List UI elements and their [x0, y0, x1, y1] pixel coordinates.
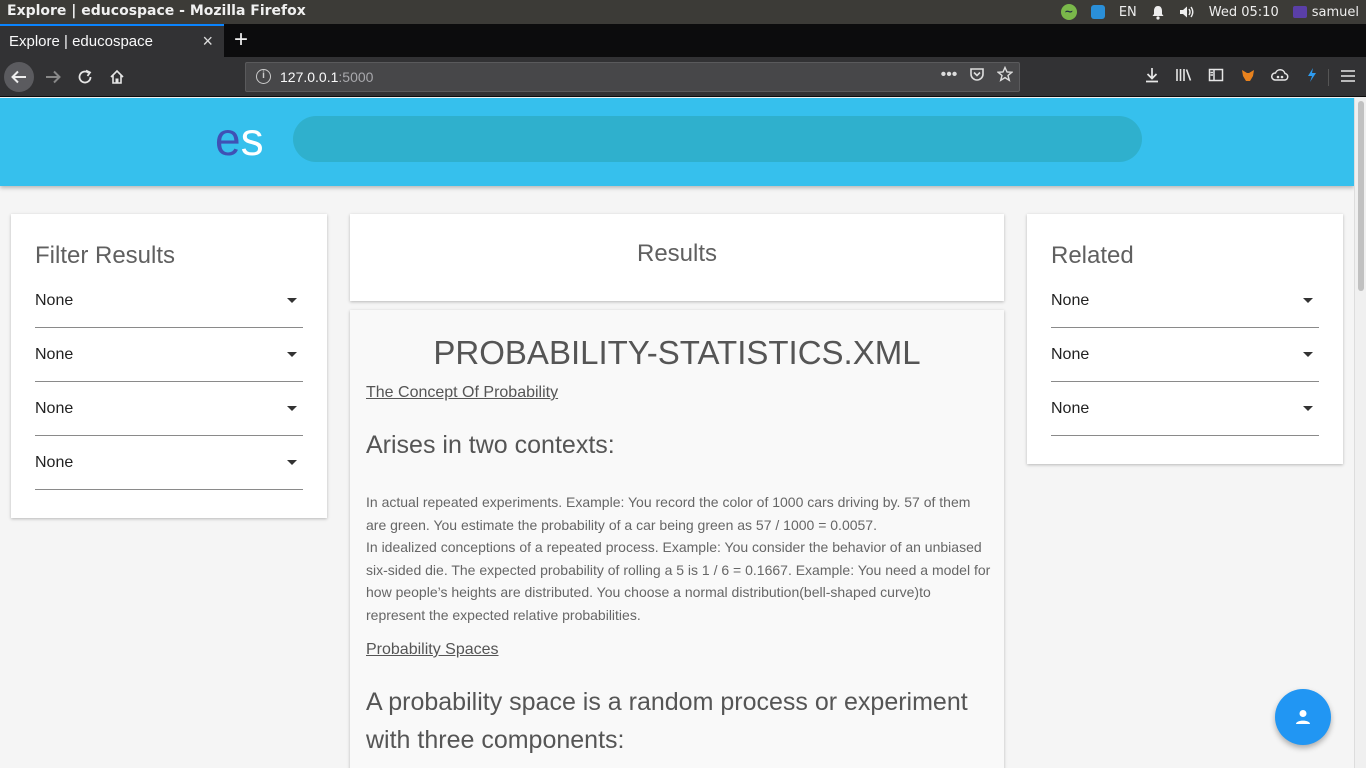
tab-explore[interactable]: Explore | educospace × — [0, 24, 224, 57]
navigation-toolbar: i 127.0.0.1:5000 ••• — [0, 57, 1366, 97]
clock[interactable]: Wed 05:10 — [1202, 0, 1286, 24]
filter-results-title: Filter Results — [35, 242, 176, 269]
keyboard-layout-indicator[interactable]: EN — [1112, 0, 1144, 24]
tab-label: Explore | educospace — [9, 33, 153, 50]
filter-dropdown-1[interactable]: None — [35, 290, 303, 328]
cloud-extension-icon[interactable] — [1264, 68, 1296, 86]
sidebar-icon[interactable] — [1200, 67, 1232, 87]
reload-button[interactable] — [70, 62, 100, 92]
blue-extension-icon[interactable] — [1296, 67, 1328, 87]
forward-button[interactable] — [38, 62, 68, 92]
user-icon — [1292, 6, 1307, 18]
app-header: es — [0, 98, 1354, 186]
related-title: Related — [1051, 242, 1134, 269]
educospace-logo[interactable]: es — [215, 112, 264, 166]
page-actions-icon[interactable]: ••• — [939, 66, 959, 87]
dropdown-arrow-icon — [287, 352, 297, 357]
results-header-card: Results — [350, 214, 1004, 301]
dropdown-arrow-icon — [1303, 406, 1313, 411]
section-heading: A probability space is a random process … — [366, 688, 968, 754]
pocket-icon[interactable] — [967, 66, 987, 87]
home-button[interactable] — [102, 62, 132, 92]
filter-dropdown-2[interactable]: None — [35, 344, 303, 382]
tab-strip: Explore | educospace × + — [0, 24, 1366, 57]
dropdown-arrow-icon — [287, 460, 297, 465]
document-title: PROBABILITY-STATISTICS.XML — [433, 334, 921, 371]
related-dropdown-1[interactable]: None — [1051, 290, 1319, 328]
paragraph: In actual repeated experiments. Example:… — [366, 494, 971, 533]
profile-fab-button[interactable] — [1275, 689, 1331, 745]
related-dropdown-2[interactable]: None — [1051, 344, 1319, 382]
back-button[interactable] — [4, 62, 34, 92]
notification-bell-icon[interactable] — [1144, 0, 1172, 24]
user-menu[interactable]: samuel — [1286, 0, 1366, 24]
dropdown-arrow-icon — [1303, 298, 1313, 303]
search-input[interactable] — [293, 116, 1142, 162]
filter-dropdown-3[interactable]: None — [35, 398, 303, 436]
paragraph: In idealized conceptions of a repeated p… — [366, 539, 991, 623]
url-text[interactable]: 127.0.0.1:5000 — [280, 69, 373, 85]
results-title: Results — [636, 240, 718, 267]
probability-spaces-link[interactable]: Probability Spaces — [366, 641, 499, 659]
dropdown-arrow-icon — [287, 298, 297, 303]
site-info-icon[interactable]: i — [256, 69, 271, 84]
dropdown-arrow-icon — [287, 406, 297, 411]
sync-indicator-icon[interactable]: ∼ — [1054, 0, 1084, 24]
close-tab-icon[interactable]: × — [202, 31, 213, 52]
dropdown-arrow-icon — [1303, 352, 1313, 357]
concept-of-probability-link[interactable]: The Concept Of Probability — [366, 384, 558, 402]
page-viewport: es Filter Results None None None None Re… — [0, 98, 1354, 768]
metamask-extension-icon[interactable] — [1232, 67, 1264, 87]
downloads-icon[interactable] — [1136, 67, 1168, 87]
library-icon[interactable] — [1168, 67, 1200, 87]
volume-icon[interactable] — [1172, 0, 1202, 24]
chat-indicator-icon[interactable] — [1084, 0, 1112, 24]
user-name: samuel — [1311, 4, 1359, 20]
scrollbar-thumb[interactable] — [1358, 101, 1364, 291]
new-tab-button[interactable]: + — [230, 26, 252, 54]
filter-results-card: Filter Results None None None None — [11, 214, 327, 518]
bookmark-star-icon[interactable] — [995, 65, 1015, 87]
person-icon — [1296, 710, 1310, 724]
related-dropdown-3[interactable]: None — [1051, 398, 1319, 436]
url-bar[interactable]: i 127.0.0.1:5000 ••• — [245, 62, 1020, 92]
result-document-card: PROBABILITY-STATISTICS.XML The Concept O… — [350, 310, 1004, 768]
filter-dropdown-4[interactable]: None — [35, 452, 303, 490]
os-top-panel: Explore | educospace - Mozilla Firefox ∼… — [0, 0, 1366, 24]
related-card: Related None None None — [1027, 214, 1343, 464]
window-title: Explore | educospace - Mozilla Firefox — [7, 3, 306, 19]
page-scrollbar[interactable] — [1354, 98, 1366, 768]
hamburger-menu-icon[interactable] — [1328, 68, 1366, 86]
section-heading: Arises in two contexts: — [366, 431, 615, 459]
